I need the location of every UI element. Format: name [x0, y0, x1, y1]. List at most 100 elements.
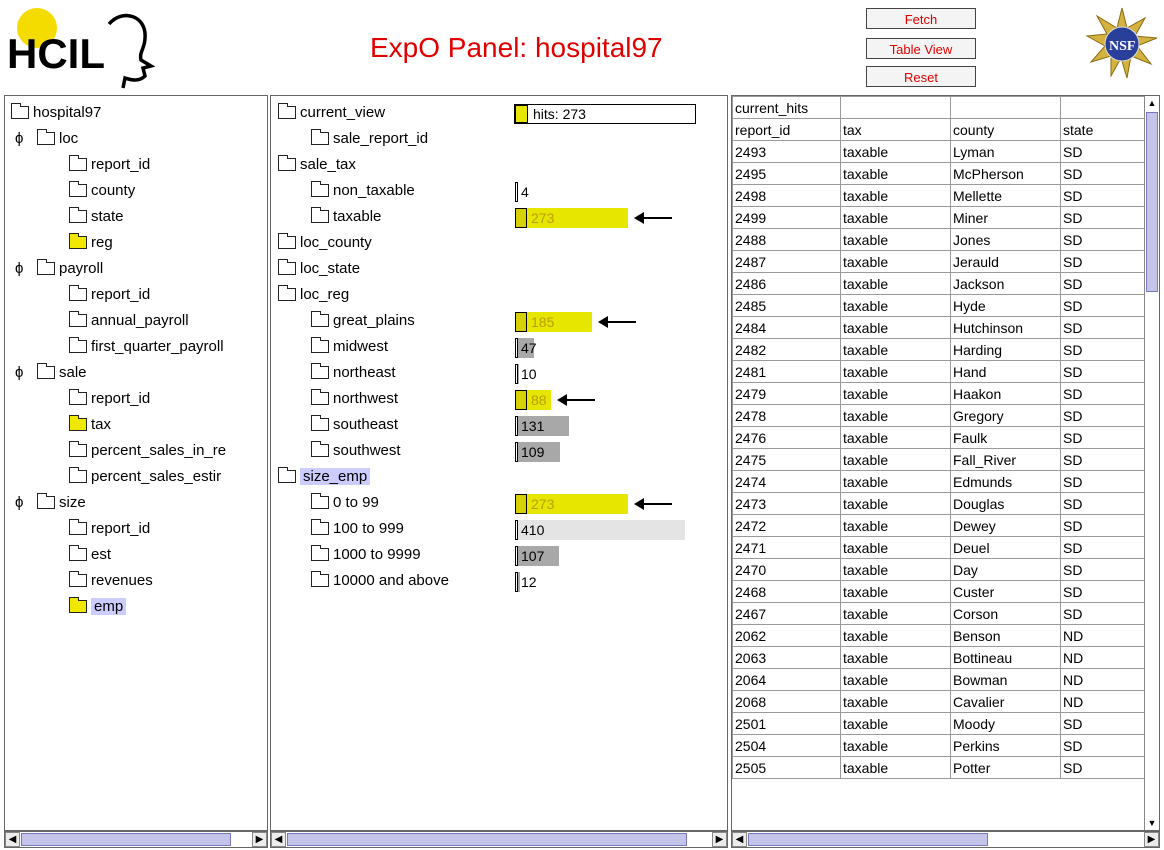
schema-node[interactable]: report_id — [69, 387, 150, 411]
table-row[interactable]: 2468 taxable Custer SD — [732, 580, 1145, 603]
table-row[interactable]: 2472 taxable Dewey SD — [732, 514, 1145, 537]
table-header-row[interactable]: report_id tax county state — [732, 118, 1145, 141]
table-row[interactable]: 2504 taxable Perkins SD — [732, 734, 1145, 757]
schema-node[interactable]: percent_sales_estir — [69, 465, 221, 489]
schema-label: percent_sales_estir — [91, 468, 222, 485]
view-node[interactable]: 0 to 99 — [311, 491, 379, 515]
reset-button[interactable]: Reset — [866, 66, 976, 87]
view-node[interactable]: taxable — [311, 205, 381, 229]
scroll-left-icon[interactable]: ◀ — [732, 832, 747, 847]
scroll-up-icon[interactable]: ▲ — [1145, 96, 1159, 110]
table-row[interactable]: 2486 taxable Jackson SD — [732, 272, 1145, 295]
table-row[interactable]: 2467 taxable Corson SD — [732, 602, 1145, 625]
table-row[interactable]: 2495 taxable McPherson SD — [732, 162, 1145, 185]
scroll-down-icon[interactable]: ▼ — [1145, 816, 1159, 830]
schema-node[interactable]: first_quarter_payroll — [69, 335, 224, 359]
view-node[interactable]: current_view — [278, 101, 385, 125]
table-row[interactable]: 2068 taxable Cavalier ND — [732, 690, 1145, 713]
table-row[interactable]: 2487 taxable Jerauld SD — [732, 250, 1145, 273]
table-view-button[interactable]: Table View — [866, 38, 976, 59]
table-row[interactable]: 2064 taxable Bowman ND — [732, 668, 1145, 691]
table-row[interactable]: 2488 taxable Jones SD — [732, 228, 1145, 251]
view-node[interactable]: 1000 to 9999 — [311, 543, 421, 567]
table-row[interactable]: 2470 taxable Day SD — [732, 558, 1145, 581]
scroll-right-icon[interactable]: ▶ — [712, 832, 727, 847]
table-row[interactable]: 2478 taxable Gregory SD — [732, 404, 1145, 427]
view-node[interactable]: loc_state — [278, 257, 360, 281]
scroll-thumb[interactable] — [748, 833, 988, 846]
table-row[interactable]: 2062 taxable Benson ND — [732, 624, 1145, 647]
view-node[interactable]: midwest — [311, 335, 388, 359]
schema-node[interactable]: report_id — [69, 153, 150, 177]
view-node[interactable]: northeast — [311, 361, 396, 385]
schema-node[interactable]: ϕ loc — [15, 127, 78, 151]
scroll-thumb[interactable] — [1146, 112, 1158, 292]
expand-key-icon[interactable]: ϕ — [15, 127, 23, 151]
schema-node[interactable]: annual_payroll — [69, 309, 189, 333]
table-row[interactable]: 2499 taxable Miner SD — [732, 206, 1145, 229]
table-cell: 2474 — [732, 470, 841, 493]
scroll-right-icon[interactable]: ▶ — [1144, 832, 1159, 847]
view-node[interactable]: ϕloc_reg — [278, 283, 349, 307]
schema-node[interactable]: percent_sales_in_re — [69, 439, 226, 463]
table-row[interactable]: 2063 taxable Bottineau ND — [732, 646, 1145, 669]
table-row[interactable]: 2484 taxable Hutchinson SD — [732, 316, 1145, 339]
schema-node[interactable]: hospital97 — [11, 101, 101, 125]
view-node[interactable]: southwest — [311, 439, 401, 463]
view-node[interactable]: great_plains — [311, 309, 415, 333]
view-node[interactable]: ϕsize_emp — [278, 465, 371, 489]
schema-hscrollbar[interactable]: ◀ ▶ — [4, 831, 268, 848]
table-row[interactable]: 2482 taxable Harding SD — [732, 338, 1145, 361]
expand-key-icon[interactable]: ϕ — [15, 491, 23, 515]
table-row[interactable]: 2471 taxable Deuel SD — [732, 536, 1145, 559]
view-node[interactable]: loc_county — [278, 231, 372, 255]
table-row[interactable]: 2485 taxable Hyde SD — [732, 294, 1145, 317]
view-node[interactable]: 10000 and above — [311, 569, 449, 593]
schema-node[interactable]: report_id — [69, 517, 150, 541]
schema-node[interactable]: report_id — [69, 283, 150, 307]
table-cell: 2063 — [732, 646, 841, 669]
scroll-left-icon[interactable]: ◀ — [5, 832, 20, 847]
view-node[interactable]: non_taxable — [311, 179, 415, 203]
table-cell: Haakon — [950, 382, 1061, 405]
table-row[interactable]: 2505 taxable Potter SD — [732, 756, 1145, 779]
schema-node[interactable]: revenues — [69, 569, 153, 593]
view-node[interactable]: ϕsale_tax — [278, 153, 356, 177]
table-row[interactable]: 2493 taxable Lyman SD — [732, 140, 1145, 163]
view-node[interactable]: northwest — [311, 387, 398, 411]
table-row[interactable]: 2476 taxable Faulk SD — [732, 426, 1145, 449]
table-cell — [950, 96, 1061, 119]
fetch-button[interactable]: Fetch — [866, 8, 976, 29]
scroll-right-icon[interactable]: ▶ — [252, 832, 267, 847]
schema-node[interactable]: state — [69, 205, 124, 229]
view-node[interactable]: 100 to 999 — [311, 517, 404, 541]
table-row[interactable]: 2501 taxable Moody SD — [732, 712, 1145, 735]
scroll-thumb[interactable] — [21, 833, 231, 846]
expand-key-icon[interactable]: ϕ — [15, 361, 23, 385]
table-row[interactable]: 2473 taxable Douglas SD — [732, 492, 1145, 515]
schema-node[interactable]: ϕ sale — [15, 361, 87, 385]
view-node[interactable]: sale_report_id — [311, 127, 428, 151]
schema-node[interactable]: tax — [69, 413, 111, 437]
scroll-left-icon[interactable]: ◀ — [271, 832, 286, 847]
view-hscrollbar[interactable]: ◀ ▶ — [270, 831, 728, 848]
schema-node[interactable]: reg — [69, 231, 113, 255]
schema-node[interactable]: ϕ payroll — [15, 257, 103, 281]
table-group-header[interactable]: current_hits — [732, 96, 1145, 119]
expand-key-icon[interactable]: ϕ — [15, 257, 23, 281]
hit-indicator — [515, 364, 518, 384]
scroll-thumb[interactable] — [287, 833, 687, 846]
table-cell: taxable — [840, 492, 951, 515]
schema-node[interactable]: county — [69, 179, 135, 203]
table-row[interactable]: 2498 taxable Mellette SD — [732, 184, 1145, 207]
schema-node[interactable]: emp — [69, 595, 127, 619]
table-row[interactable]: 2479 taxable Haakon SD — [732, 382, 1145, 405]
table-vscrollbar[interactable]: ▲ ▼ — [1144, 96, 1159, 830]
table-row[interactable]: 2475 taxable Fall_River SD — [732, 448, 1145, 471]
schema-node[interactable]: est — [69, 543, 111, 567]
table-row[interactable]: 2481 taxable Hand SD — [732, 360, 1145, 383]
view-node[interactable]: southeast — [311, 413, 398, 437]
table-hscrollbar[interactable]: ◀ ▶ — [731, 831, 1160, 848]
table-row[interactable]: 2474 taxable Edmunds SD — [732, 470, 1145, 493]
schema-node[interactable]: ϕ size — [15, 491, 86, 515]
